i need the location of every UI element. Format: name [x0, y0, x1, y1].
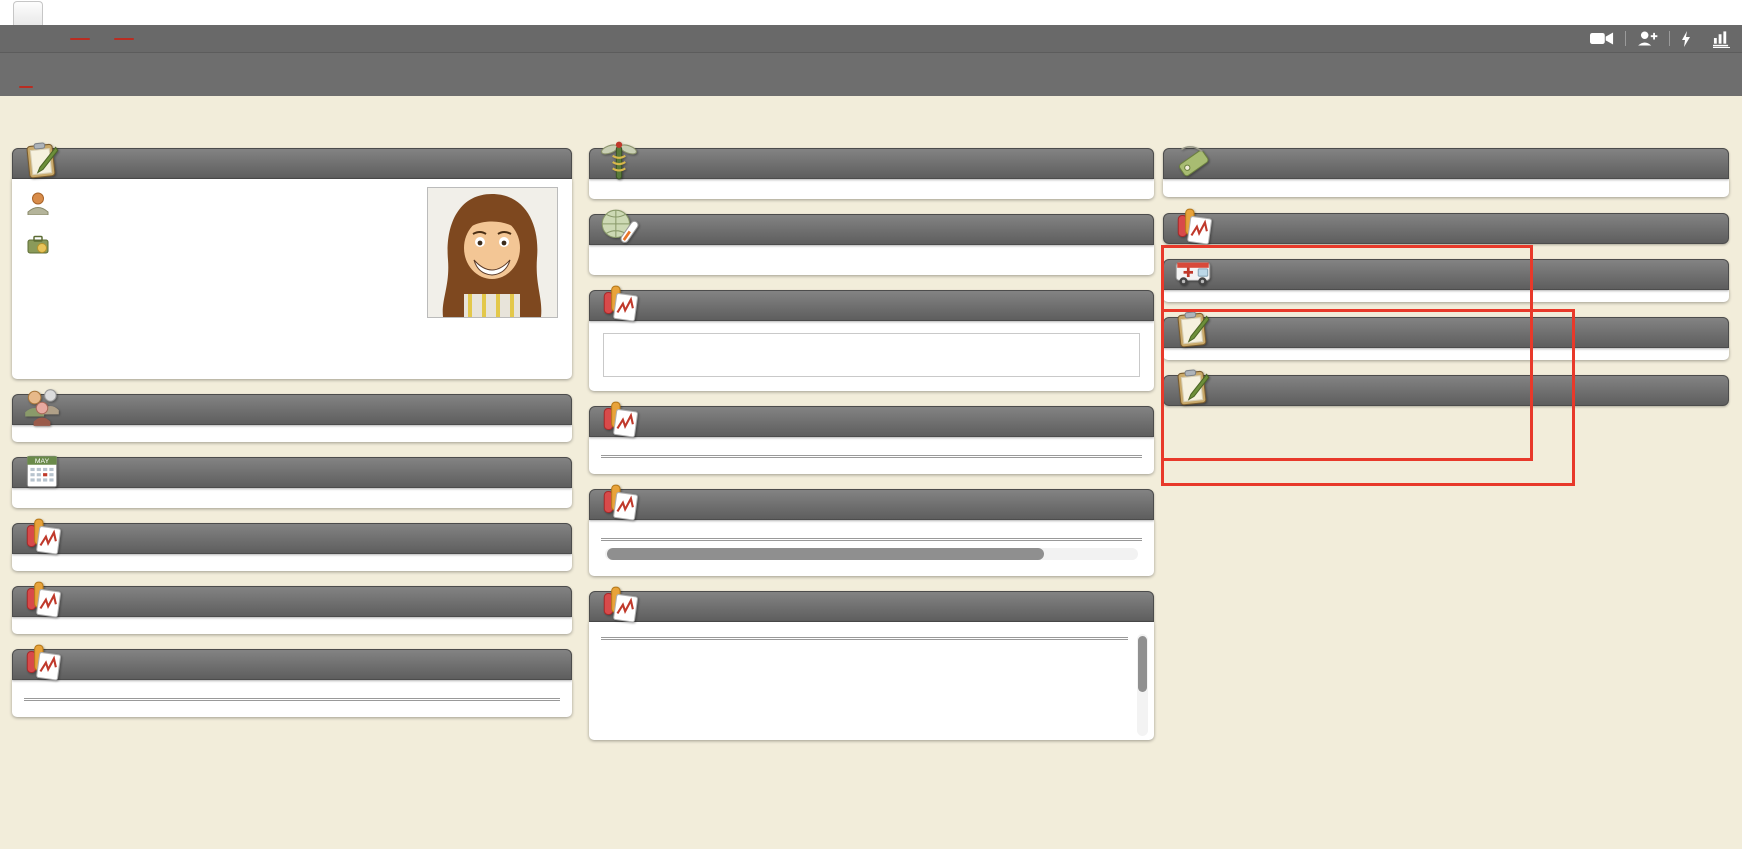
person-icon	[26, 191, 50, 220]
portlet-header[interactable]	[589, 406, 1154, 437]
tag-icon	[1172, 140, 1214, 182]
portlet-demographics	[12, 148, 572, 379]
table-header	[24, 688, 560, 701]
middle-column	[589, 148, 1154, 755]
ambulance-icon	[1172, 251, 1214, 293]
portlet-medical-history	[1163, 259, 1729, 302]
portlet-header[interactable]	[1163, 317, 1729, 348]
medical-history-body	[1163, 290, 1729, 302]
portlet-titer-results	[12, 523, 572, 571]
portlet-quick-links	[1163, 148, 1729, 197]
allergy-badge[interactable]	[19, 86, 33, 88]
patient-header-icons	[1590, 30, 1730, 48]
quick-links-body	[1163, 179, 1729, 197]
open-enc-count-badge[interactable]	[114, 38, 134, 40]
patient-allergy-row	[0, 76, 1742, 97]
scrollbar-track[interactable]	[1137, 634, 1148, 736]
portlet-header[interactable]	[12, 148, 572, 179]
lab-tubes-icon	[598, 481, 640, 523]
portlet-tb-screening	[12, 649, 572, 717]
scrollbar-track[interactable]	[605, 548, 1138, 560]
table-header	[601, 445, 1142, 458]
portlet-labs	[589, 406, 1154, 474]
caduceus-icon	[598, 140, 640, 182]
tasks-count-badge[interactable]	[70, 38, 90, 40]
person-add-icon[interactable]	[1637, 31, 1658, 46]
portlet-header[interactable]	[12, 523, 572, 554]
portlet-header[interactable]	[1163, 375, 1729, 406]
patient-dob-row	[0, 54, 1742, 75]
scrollbar-thumb[interactable]	[1138, 636, 1147, 692]
lab-tubes-icon	[598, 583, 640, 625]
lab-tubes-icon	[21, 641, 63, 683]
contacts-body	[12, 425, 572, 442]
video-camera-icon[interactable]	[1590, 31, 1614, 46]
documents-body	[589, 622, 1154, 740]
portlet-past-medical-history	[1163, 317, 1729, 360]
fit-test-body	[589, 520, 1154, 576]
calendar-icon	[21, 449, 63, 491]
lab-tubes-icon	[598, 398, 640, 440]
portlet-tb-skin-test	[12, 586, 572, 634]
portlet-header[interactable]	[12, 586, 572, 617]
table-header	[601, 632, 1128, 640]
settings-gear-button[interactable]	[13, 1, 43, 25]
lab-tubes-icon	[21, 578, 63, 620]
tb-screening-body	[12, 680, 572, 717]
portlet-appointments	[12, 457, 572, 508]
tab-bar	[0, 0, 1742, 25]
left-column	[12, 148, 572, 732]
patient-photo-block	[427, 187, 558, 318]
portlet-header[interactable]	[1163, 213, 1729, 244]
portlet-panel-membership	[589, 148, 1154, 199]
due-list-body	[589, 245, 1154, 275]
portlet-contacts	[12, 394, 572, 442]
clipboard-pencil-icon	[1172, 309, 1214, 351]
portlet-header[interactable]	[1163, 148, 1729, 179]
portlet-header[interactable]	[589, 148, 1154, 179]
demographics-body	[12, 179, 572, 379]
vertical-scrollbar[interactable]	[1136, 632, 1149, 738]
panel-membership-body	[589, 179, 1154, 199]
table-header	[601, 528, 1142, 541]
portlet-problem-list	[1163, 375, 1729, 406]
patient-header	[0, 25, 1742, 96]
divider	[1625, 31, 1626, 46]
past-medical-history-body	[1163, 348, 1729, 360]
divider	[1669, 31, 1670, 46]
globe-thermometer-icon	[598, 206, 640, 248]
portlet-header[interactable]	[12, 457, 572, 488]
portlet-header[interactable]	[12, 394, 572, 425]
portlet-documents	[589, 591, 1154, 740]
portlet-header[interactable]	[589, 290, 1154, 321]
patient-name-row	[0, 25, 1742, 53]
clipboard-pencil-icon	[21, 140, 63, 182]
labs-body	[589, 437, 1154, 474]
portlet-header[interactable]	[589, 214, 1154, 245]
portlet-open-encounters	[1163, 213, 1729, 244]
lab-tubes-icon	[21, 515, 63, 557]
patient-photo	[427, 187, 558, 318]
portlet-header[interactable]	[589, 591, 1154, 622]
bar-chart-icon[interactable]	[1713, 30, 1730, 48]
appointments-body	[12, 488, 572, 508]
contacts-people-icon	[21, 386, 63, 428]
portlet-header[interactable]	[12, 649, 572, 680]
portlet-header[interactable]	[1163, 259, 1729, 290]
portlet-header[interactable]	[589, 489, 1154, 520]
tb-skin-test-body	[12, 617, 572, 634]
titer-results-body	[12, 554, 572, 571]
clipboard-pencil-icon	[1172, 367, 1214, 409]
portlet-fit-test	[589, 489, 1154, 576]
scrollbar-thumb[interactable]	[607, 548, 1044, 560]
portlet-due-list	[589, 214, 1154, 275]
work-status-body	[589, 321, 1154, 391]
lightning-bolt-icon[interactable]	[1681, 31, 1691, 47]
horizontal-scrollbar[interactable]	[601, 548, 1142, 568]
briefcase-icon	[26, 232, 50, 261]
lab-tubes-icon	[1172, 205, 1214, 247]
lab-tubes-icon	[598, 282, 640, 324]
right-column	[1163, 148, 1729, 421]
portlet-work-status	[589, 290, 1154, 391]
